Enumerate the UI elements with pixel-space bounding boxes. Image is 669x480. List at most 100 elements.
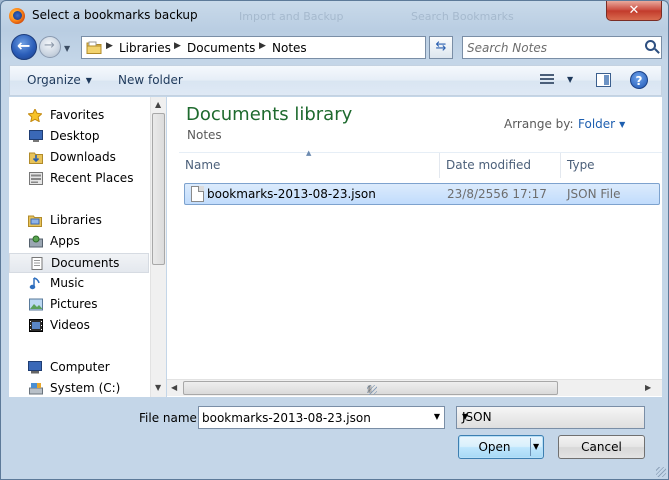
nav-item-label: Recent Places xyxy=(50,171,134,185)
sort-ascending-icon: ▲ xyxy=(306,149,312,157)
organize-button[interactable]: Organize ▼ xyxy=(27,73,92,87)
nav-item-documents[interactable]: Documents xyxy=(9,253,149,273)
column-header-label: Date modified xyxy=(446,158,532,172)
resize-grip-icon[interactable] xyxy=(656,467,666,477)
cancel-button[interactable]: Cancel xyxy=(558,435,645,459)
scroll-up-icon[interactable]: ▲ xyxy=(155,100,161,109)
nav-item-desktop[interactable]: Desktop xyxy=(9,127,149,147)
scrollbar-thumb[interactable]: ||| xyxy=(183,381,558,395)
scrollbar-thumb[interactable] xyxy=(152,113,165,265)
search-icon[interactable] xyxy=(645,40,656,51)
file-name-label: File name: xyxy=(139,411,201,425)
nav-item-label: Apps xyxy=(50,234,80,248)
nav-item-label: Computer xyxy=(50,360,110,374)
file-list-pane: Documents library Notes Arrange by: Fold… xyxy=(167,97,662,397)
breadcrumb-documents[interactable]: Documents xyxy=(187,41,255,55)
nav-item-recent-places[interactable]: Recent Places xyxy=(9,169,149,189)
file-name: bookmarks-2013-08-23.json xyxy=(207,187,376,201)
chevron-down-icon: ▼ xyxy=(85,76,92,85)
nav-item-label: System (C:) xyxy=(50,381,121,395)
libraries-icon xyxy=(28,215,42,227)
chevron-down-icon: ▼ xyxy=(462,412,469,421)
nav-item-favorites[interactable]: Favorites xyxy=(9,106,149,126)
view-options-dropdown-icon[interactable]: ▼ xyxy=(567,75,573,84)
desktop-icon xyxy=(29,130,43,142)
file-dialog-window: Select a bookmarks backup Import and Bac… xyxy=(0,0,669,480)
folder-icon xyxy=(86,41,102,54)
breadcrumb-separator-icon[interactable]: ▶ xyxy=(106,41,113,51)
refresh-icon[interactable]: ⇆ xyxy=(429,36,453,59)
column-header-date-modified[interactable]: Date modified xyxy=(440,153,561,178)
background-window-text: Import and Backup xyxy=(239,10,344,23)
file-type-select[interactable]: JSON ▼ xyxy=(456,406,645,429)
recent-places-icon xyxy=(29,172,43,185)
navigation-pane: Favorites Desktop Downloads Recent Place… xyxy=(9,97,166,397)
json-file-icon xyxy=(191,186,204,202)
title-bar: Select a bookmarks backup Import and Bac… xyxy=(1,1,668,31)
recent-pages-dropdown-icon[interactable]: ▼ xyxy=(64,44,70,53)
navigation-scrollbar[interactable]: ▲ ▼ xyxy=(150,97,166,397)
chevron-down-icon[interactable]: ▼ xyxy=(533,436,539,458)
chevron-down-icon[interactable]: ▼ xyxy=(434,412,440,421)
breadcrumb-libraries[interactable]: Libraries xyxy=(119,41,171,55)
arrange-by-label: Arrange by: xyxy=(504,117,574,131)
nav-item-label: Libraries xyxy=(50,213,102,227)
downloads-icon xyxy=(29,152,43,164)
organize-label: Organize xyxy=(27,73,81,87)
close-button[interactable]: ✕ xyxy=(606,1,662,21)
nav-item-label: Favorites xyxy=(50,108,105,122)
library-subtitle: Notes xyxy=(187,128,222,142)
back-button[interactable] xyxy=(11,34,37,60)
new-folder-button[interactable]: New folder xyxy=(118,73,183,87)
nav-item-label: Desktop xyxy=(50,129,100,143)
nav-item-label: Pictures xyxy=(50,297,98,311)
preview-pane-icon[interactable] xyxy=(596,73,611,87)
file-name-combobox[interactable]: ▼ xyxy=(198,406,445,429)
horizontal-scrollbar[interactable]: ◀ ||| ▶ xyxy=(167,379,662,396)
library-title: Documents library xyxy=(186,104,353,125)
file-type: JSON File xyxy=(567,187,621,201)
column-header-type[interactable]: Type xyxy=(561,153,662,178)
split-divider xyxy=(530,438,531,456)
open-button[interactable]: Open ▼ xyxy=(458,435,544,459)
scrollbar-grip-icon: ||| xyxy=(367,385,377,395)
pictures-icon xyxy=(29,298,43,311)
nav-item-system-c[interactable]: System (C:) xyxy=(9,379,149,399)
nav-item-downloads[interactable]: Downloads xyxy=(9,148,149,168)
scroll-left-icon[interactable]: ◀ xyxy=(171,383,177,392)
dialog-title: Select a bookmarks backup xyxy=(32,8,198,22)
nav-item-label: Downloads xyxy=(50,150,116,164)
breadcrumb-separator-icon[interactable]: ▶ xyxy=(174,41,181,51)
open-label: Open xyxy=(478,440,511,454)
address-bar[interactable]: ▶ Libraries ▶ Documents ▶ Notes xyxy=(81,36,426,59)
change-view-icon[interactable] xyxy=(540,74,554,86)
forward-button[interactable] xyxy=(39,36,61,58)
nav-item-pictures[interactable]: Pictures xyxy=(9,295,149,315)
nav-item-libraries[interactable]: Libraries xyxy=(9,211,149,231)
breadcrumb-separator-icon[interactable]: ▶ xyxy=(259,41,266,51)
scroll-right-icon[interactable]: ▶ xyxy=(645,383,651,392)
help-icon[interactable]: ? xyxy=(630,71,648,89)
file-row[interactable]: bookmarks-2013-08-23.json 23/8/2556 17:1… xyxy=(184,183,660,205)
column-header-label: Type xyxy=(567,158,595,172)
nav-item-label: Documents xyxy=(51,256,120,270)
breadcrumb-notes[interactable]: Notes xyxy=(272,41,307,55)
nav-item-computer[interactable]: Computer xyxy=(9,358,149,378)
videos-icon xyxy=(29,319,43,332)
column-header-row: Name ▲ Date modified Type xyxy=(179,149,662,178)
file-date-modified: 23/8/2556 17:17 xyxy=(447,187,547,201)
address-row: ▼ ▶ Libraries ▶ Documents ▶ Notes ⇆ xyxy=(1,31,668,65)
scroll-down-icon[interactable]: ▼ xyxy=(155,383,161,392)
star-icon xyxy=(28,109,42,122)
nav-item-videos[interactable]: Videos xyxy=(9,316,149,336)
search-box[interactable] xyxy=(462,36,662,59)
music-icon xyxy=(29,277,40,290)
arrange-by-dropdown[interactable]: Folder ▼ xyxy=(578,117,625,131)
column-header-label: Name xyxy=(185,158,221,172)
nav-item-music[interactable]: Music xyxy=(9,274,149,294)
search-input[interactable] xyxy=(467,39,637,56)
file-name-input[interactable] xyxy=(202,409,427,426)
nav-item-apps[interactable]: Apps xyxy=(9,232,149,252)
computer-icon xyxy=(28,361,42,374)
nav-item-label: Music xyxy=(50,276,85,290)
